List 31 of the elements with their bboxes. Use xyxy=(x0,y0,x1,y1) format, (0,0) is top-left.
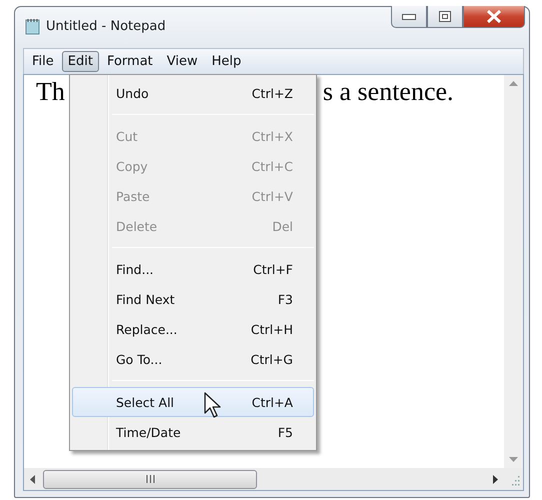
maximize-button[interactable] xyxy=(427,6,463,28)
minimize-button[interactable] xyxy=(391,6,427,28)
menu-entry[interactable]: Replace... Ctrl+H xyxy=(72,314,314,344)
menu-entry[interactable]: Time/Date F5 xyxy=(72,417,314,447)
menu-item[interactable]: Edit xyxy=(62,51,99,72)
menu-entry[interactable]: Go To... Ctrl+G xyxy=(72,344,314,374)
resize-grip-icon[interactable] xyxy=(510,476,520,486)
grip-lines-icon xyxy=(146,475,154,483)
close-button[interactable] xyxy=(463,6,525,28)
minimize-icon xyxy=(402,14,416,20)
menu-item[interactable]: Format xyxy=(100,51,159,72)
window-title: Untitled - Notepad xyxy=(46,18,166,34)
notepad-icon xyxy=(25,18,40,34)
horizontal-scrollbar[interactable] xyxy=(24,468,504,490)
menu-item[interactable]: Help xyxy=(206,51,248,72)
maximize-icon xyxy=(439,11,451,22)
menu-entry[interactable]: Select All Ctrl+A xyxy=(72,387,314,417)
menu-item[interactable]: File xyxy=(26,51,60,72)
scroll-left-icon[interactable] xyxy=(30,474,35,484)
close-icon xyxy=(486,10,502,23)
scroll-right-icon[interactable] xyxy=(493,474,498,484)
menu-entry[interactable]: Find Next F3 xyxy=(72,284,314,314)
vertical-scrollbar[interactable] xyxy=(504,75,523,468)
scroll-down-icon[interactable] xyxy=(509,457,518,462)
menu-entry[interactable]: Find... Ctrl+F xyxy=(72,254,314,284)
document-text: Th xyxy=(36,77,65,108)
menu-item[interactable]: View xyxy=(160,51,204,72)
menu-entry[interactable]: Undo Ctrl+Z xyxy=(72,78,314,108)
scroll-up-icon[interactable] xyxy=(509,81,518,86)
document-text: s a sentence. xyxy=(322,77,454,108)
scroll-thumb[interactable] xyxy=(43,470,257,488)
